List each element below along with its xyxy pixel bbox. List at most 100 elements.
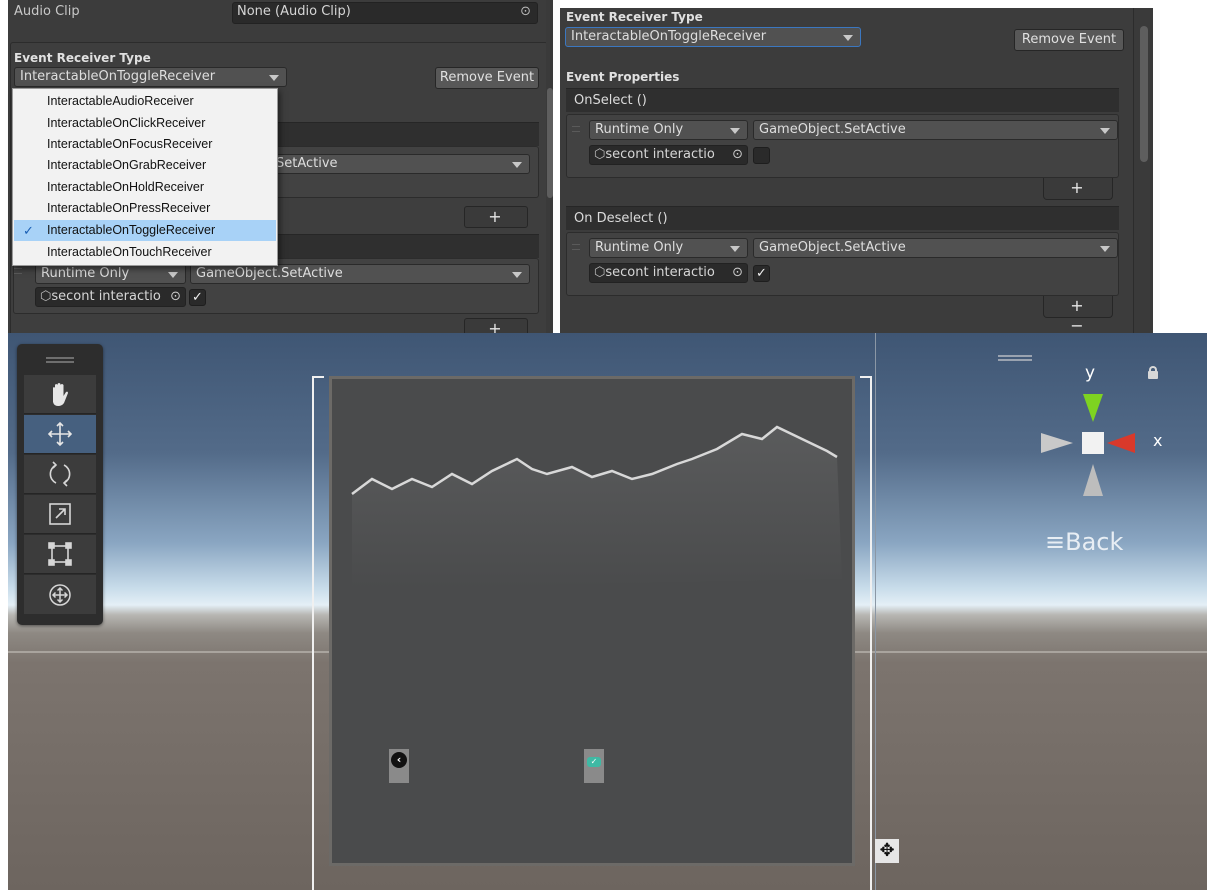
chevron-down-icon [1100,246,1110,252]
neg-x-axis-cone[interactable] [1041,433,1073,453]
cube-icon: ⬡ [594,147,606,162]
on-deselect-header: On Deselect () [566,206,1119,230]
grid-line [875,333,876,890]
object-value: secont interactio [605,147,715,162]
chevron-down-icon [168,272,178,278]
rect-tool-button[interactable] [24,535,96,574]
chevron-down-icon [730,246,740,252]
object-value: secont interactio [605,265,715,280]
move-handle-icon[interactable]: ✥ [875,839,899,863]
x-axis-cone[interactable] [1107,433,1135,453]
scrollbar[interactable] [1133,8,1153,333]
menu-item-label: InteractableOnGrabReceiver [47,158,207,172]
drag-handle[interactable] [14,268,22,274]
scene-overlay-handle[interactable] [998,355,1032,361]
palette-drag-handle[interactable] [46,357,74,363]
menu-item[interactable]: InteractableOnHoldReceiver [14,177,276,198]
menu-item[interactable]: InteractableOnClickReceiver [14,113,276,134]
rotate-icon [49,461,71,487]
chevron-down-icon [512,162,522,168]
left-active-checkbox[interactable]: ✓ [189,289,206,306]
event-receiver-type-dropdown[interactable]: InteractableOnToggleReceiver [565,27,861,47]
ui-canvas-panel[interactable]: ‹ ✓ [329,376,855,866]
hand-icon [53,383,68,406]
audio-clip-label: Audio Clip [14,4,80,19]
runtime-value: Runtime Only [41,266,130,281]
back-arrow-icon: ‹ [391,752,407,768]
menu-item[interactable]: InteractableAudioReceiver [14,91,276,112]
menu-item[interactable]: InteractableOnFocusReceiver [14,134,276,155]
scene-view[interactable]: ‹ ✓ ✥ y x ≡Back [8,333,1207,890]
menu-item-label: InteractableOnHoldReceiver [47,180,205,194]
on-deselect-object-field[interactable]: ⬡secont interactio ⊙ [589,263,748,283]
toggle-button-thumbnail[interactable]: ✓ [584,749,604,783]
on-select-object-field[interactable]: ⬡secont interactio ⊙ [589,145,748,165]
chevron-down-icon [1100,128,1110,134]
on-deselect-add-remove[interactable]: + − [1043,296,1113,333]
orientation-gizmo[interactable] [1033,388,1163,508]
on-deselect-active-checkbox[interactable]: ✓ [753,265,770,282]
selection-corner [312,376,324,378]
scale-tool-button[interactable] [24,495,96,534]
menu-item-label: InteractableOnTouchReceiver [47,245,212,259]
drag-handle[interactable] [572,244,580,250]
mountain-texture [351,425,842,589]
object-picker-icon[interactable]: ⊙ [732,146,743,164]
dropdown-value: InteractableOnToggleReceiver [20,69,216,84]
object-picker-icon[interactable]: ⊙ [520,3,531,21]
hand-tool-button[interactable] [24,375,96,414]
on-select-function-dropdown[interactable]: GameObject.SetActive [753,120,1118,140]
move-tool-button[interactable] [24,415,96,454]
on-deselect-function-dropdown[interactable]: GameObject.SetActive [753,238,1118,258]
event-receiver-type-dropdown[interactable]: InteractableOnToggleReceiver [14,67,287,87]
on-select-header: OnSelect () [566,88,1119,112]
menu-item-label: InteractableAudioReceiver [47,94,194,108]
object-picker-icon[interactable]: ⊙ [170,288,181,306]
on-select-runtime-dropdown[interactable]: Runtime Only [589,120,748,140]
event-receiver-type-label: Event Receiver Type [566,10,703,24]
gizmo-y-label: y [1085,363,1096,383]
menu-item[interactable]: InteractableOnTouchReceiver [14,242,276,263]
left-add-remove-2[interactable]: + − [464,318,528,333]
menu-lines-icon: ≡ [1045,528,1066,556]
chevron-down-icon [730,128,740,134]
view-back-label[interactable]: ≡Back [1045,528,1123,556]
object-picker-icon[interactable]: ⊙ [732,264,743,282]
center-cube[interactable] [1082,432,1104,454]
remove-event-button[interactable]: Remove Event [435,67,539,89]
left-function-dropdown[interactable]: GameObject.SetActive [190,264,530,284]
on-select-add-remove[interactable]: + − [1043,178,1113,217]
y-axis-cone[interactable] [1083,394,1103,422]
left-add-remove-1[interactable]: + − [464,206,528,246]
remove-event-button[interactable]: Remove Event [1014,29,1124,51]
lock-icon[interactable] [1148,366,1158,379]
function-value: GameObject.SetActive [196,266,343,281]
on-select-active-checkbox[interactable] [753,147,770,164]
object-value: secont interactio [51,289,161,304]
back-button-thumbnail[interactable]: ‹ [389,749,409,783]
function-value: GameObject.SetActive [759,240,906,255]
transform-tool-button[interactable] [24,575,96,614]
on-deselect-runtime-dropdown[interactable]: Runtime Only [589,238,748,258]
scrollbar-thumb[interactable] [547,88,553,198]
selection-corner [860,376,872,378]
audio-clip-field[interactable]: None (Audio Clip) ⊙ [232,2,538,24]
check-toggle-icon: ✓ [587,757,601,767]
runtime-value: Runtime Only [595,240,684,255]
menu-item[interactable]: InteractableOnPressReceiver [14,198,276,219]
menu-item[interactable]: InteractableOnGrabReceiver [14,155,276,176]
runtime-value: Runtime Only [595,122,684,137]
cube-icon: ⬡ [40,289,52,304]
chevron-down-icon [512,272,522,278]
scrollbar-thumb[interactable] [1140,26,1148,162]
scrollbar[interactable] [546,0,553,333]
rotate-tool-button[interactable] [24,455,96,494]
audio-clip-value: None (Audio Clip) [237,4,351,19]
menu-item-selected[interactable]: ✓ InteractableOnToggleReceiver [14,220,276,241]
right-inspector-panel: Event Receiver Type InteractableOnToggle… [560,8,1153,333]
drag-handle[interactable] [572,126,580,132]
left-object-field[interactable]: ⬡secont interactio ⊙ [35,287,186,307]
left-runtime-dropdown[interactable]: Runtime Only [35,264,186,284]
neg-y-axis-cone[interactable] [1083,464,1103,496]
dropdown-value: InteractableOnToggleReceiver [571,29,767,44]
